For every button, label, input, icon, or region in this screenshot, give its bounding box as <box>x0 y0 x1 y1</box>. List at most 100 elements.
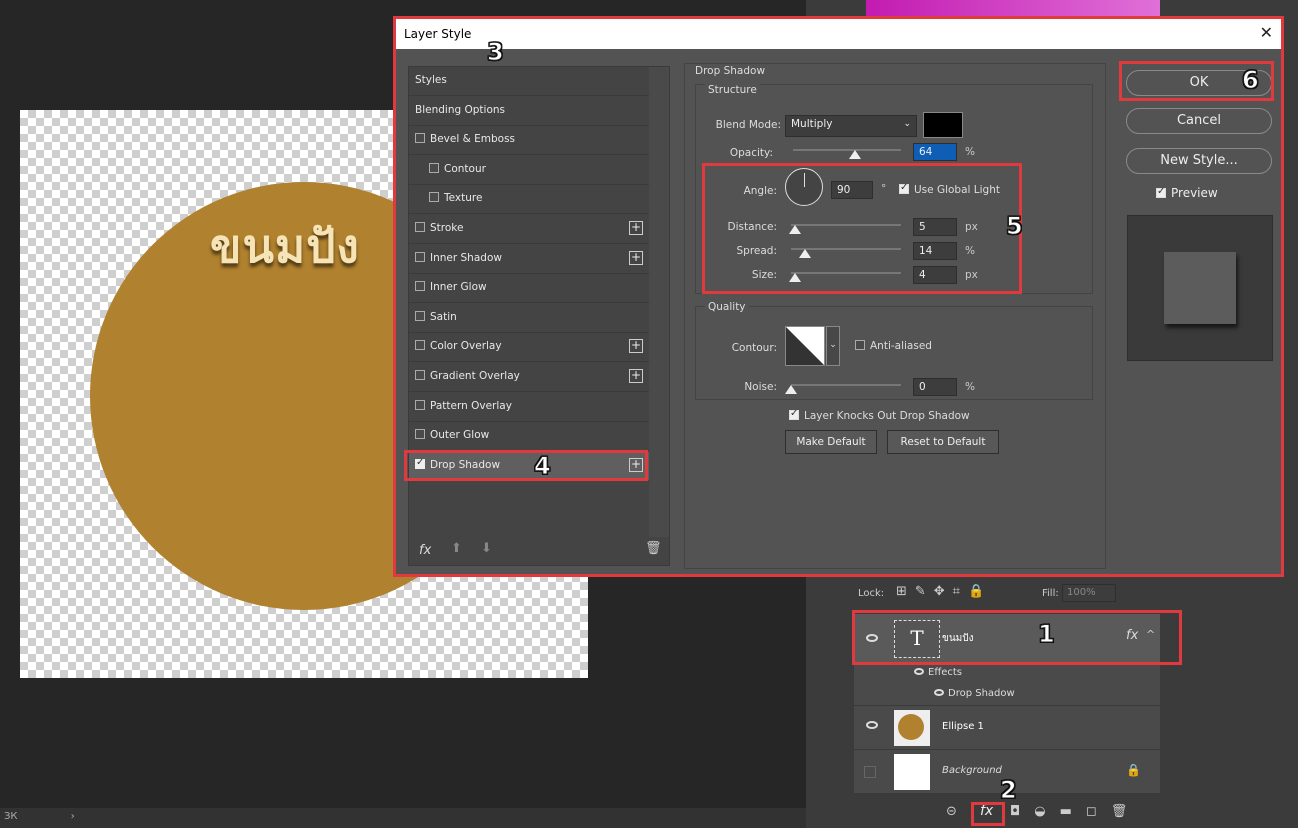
layers-footer-icons[interactable]: ⊝ <box>946 804 971 819</box>
preview-checkbox[interactable]: Preview <box>1156 186 1218 200</box>
layer-row-ellipse[interactable]: Ellipse 1 <box>854 706 1160 750</box>
visibility-toggle[interactable] <box>864 766 876 778</box>
checkbox[interactable] <box>415 399 425 410</box>
checkbox[interactable] <box>415 370 425 380</box>
eye-icon[interactable] <box>866 721 878 729</box>
layer-drop-shadow-row[interactable]: Drop Shadow <box>854 684 1160 706</box>
noise-label: Noise: <box>744 381 777 393</box>
noise-slider-thumb[interactable] <box>785 385 797 394</box>
reset-default-button[interactable]: Reset to Default <box>887 430 999 454</box>
fill-label: Fill: <box>1042 588 1059 599</box>
noise-field[interactable]: 0 <box>913 378 957 396</box>
lock-icon: 🔒 <box>1126 763 1141 777</box>
opacity-slider[interactable] <box>793 149 901 151</box>
checkbox[interactable] <box>415 310 425 321</box>
fx-icon[interactable]: fx <box>419 543 431 558</box>
layer-action-icons[interactable]: ◘◒▬◻🗑 <box>1010 804 1141 819</box>
plus-icon[interactable]: + <box>629 339 643 354</box>
color-swatch-strip <box>866 0 1160 16</box>
cancel-button[interactable]: Cancel <box>1126 108 1272 134</box>
opacity-field[interactable]: 64 <box>913 143 957 161</box>
contour-label: Contour: <box>731 342 777 354</box>
style-item-label: Inner Shadow <box>430 251 502 264</box>
fill-field[interactable]: 100% <box>1062 584 1116 602</box>
ellipse-thumbnail <box>894 710 930 746</box>
plus-icon[interactable]: + <box>629 369 643 383</box>
layer-effects-row[interactable]: Effects <box>854 664 1160 684</box>
close-icon[interactable]: ✕ <box>1260 23 1273 42</box>
style-item-blending-options[interactable]: Blending Options <box>409 97 649 126</box>
noise-slider[interactable] <box>791 384 901 386</box>
eye-icon[interactable] <box>934 689 944 696</box>
styles-scrollbar[interactable] <box>649 67 669 537</box>
style-item-label: Color Overlay <box>430 340 502 353</box>
style-item-label: Bevel & Emboss <box>430 133 516 146</box>
shadow-color-swatch[interactable] <box>923 112 963 138</box>
knocks-out-checkbox[interactable]: Layer Knocks Out Drop Shadow <box>789 408 970 422</box>
checkbox[interactable] <box>415 429 425 440</box>
style-item-outer-glow[interactable]: Outer Glow <box>409 422 649 452</box>
make-default-button[interactable]: Make Default <box>785 430 877 454</box>
callout-5: 5 <box>1006 212 1024 241</box>
opacity-unit: % <box>965 146 975 158</box>
style-item-pattern-overlay[interactable]: Pattern Overlay <box>409 393 649 422</box>
style-item-texture[interactable]: Texture <box>409 185 649 215</box>
style-item-color-overlay[interactable]: Color Overlay + <box>409 333 649 363</box>
lock-icons[interactable]: ⊞✎✥⌗🔒 <box>896 584 992 599</box>
checkbox[interactable] <box>415 281 425 292</box>
styles-footer: fx ⬆ ⬇ 🗑 <box>409 537 669 565</box>
layer-name: Background <box>942 765 1002 776</box>
arrow-up-icon[interactable]: ⬆ <box>451 541 462 556</box>
background-thumbnail <box>894 754 930 790</box>
drop-shadow-effect-label: Drop Shadow <box>934 688 1015 699</box>
section-title: Drop Shadow <box>695 65 766 77</box>
style-item-inner-shadow[interactable]: Inner Shadow + <box>409 245 649 274</box>
drop-shadow-settings: Drop Shadow Structure Blend Mode: Multip… <box>684 63 1106 569</box>
checkbox[interactable] <box>415 133 425 144</box>
style-item-label: Contour <box>444 162 486 175</box>
layer-name: Ellipse 1 <box>942 721 984 732</box>
new-style-button[interactable]: New Style... <box>1126 148 1272 174</box>
opacity-label: Opacity: <box>729 147 773 159</box>
layer-lock-label: Lock: <box>858 588 885 599</box>
style-item-satin[interactable]: Satin <box>409 304 649 333</box>
opacity-slider-thumb[interactable] <box>849 150 861 159</box>
style-item-label: Stroke <box>430 222 464 234</box>
style-item-label: Texture <box>444 192 483 205</box>
trash-icon[interactable]: 🗑 <box>645 541 662 556</box>
annotation-box-2 <box>971 802 1005 826</box>
style-item-inner-glow[interactable]: Inner Glow <box>409 274 649 304</box>
style-preview <box>1127 215 1273 361</box>
style-item-gradient-overlay[interactable]: Gradient Overlay + <box>409 363 649 392</box>
annotation-box-4 <box>404 450 648 481</box>
eye-icon[interactable] <box>914 668 924 675</box>
checkbox[interactable] <box>415 222 425 232</box>
style-item-label: Pattern Overlay <box>430 399 512 412</box>
checkbox[interactable] <box>415 340 425 351</box>
structure-title: Structure <box>705 84 760 96</box>
style-item-label: Outer Glow <box>430 429 490 442</box>
contour-preview[interactable] <box>785 326 825 366</box>
style-item-stroke[interactable]: Stroke + <box>409 215 649 244</box>
checkbox[interactable] <box>429 192 439 203</box>
callout-6: 6 <box>1242 66 1260 95</box>
noise-unit: % <box>965 381 975 393</box>
arrow-down-icon[interactable]: ⬇ <box>481 541 492 556</box>
plus-icon[interactable]: + <box>629 250 643 265</box>
style-item-bevel-emboss[interactable]: Bevel & Emboss <box>409 126 649 156</box>
anti-aliased-checkbox[interactable]: Anti-aliased <box>855 340 932 352</box>
dialog-title: Layer Style <box>404 27 472 41</box>
style-item-contour[interactable]: Contour <box>409 156 649 185</box>
chevron-down-icon[interactable]: ⌄ <box>826 326 840 366</box>
annotation-box-1 <box>852 610 1182 665</box>
plus-icon[interactable]: + <box>629 221 643 235</box>
status-zoom: ЗК <box>4 811 18 822</box>
blend-mode-select[interactable]: Multiply ⌄ <box>785 115 917 137</box>
canvas-thai-text: ขนมปัง <box>210 219 360 273</box>
checkbox[interactable] <box>429 162 439 173</box>
dialog-titlebar[interactable]: Layer Style ✕ <box>396 19 1281 49</box>
checkbox[interactable] <box>415 251 425 262</box>
style-item-styles[interactable]: Styles <box>409 67 649 96</box>
style-item-label: Gradient Overlay <box>430 370 520 382</box>
status-arrow-icon[interactable]: › <box>71 811 75 822</box>
